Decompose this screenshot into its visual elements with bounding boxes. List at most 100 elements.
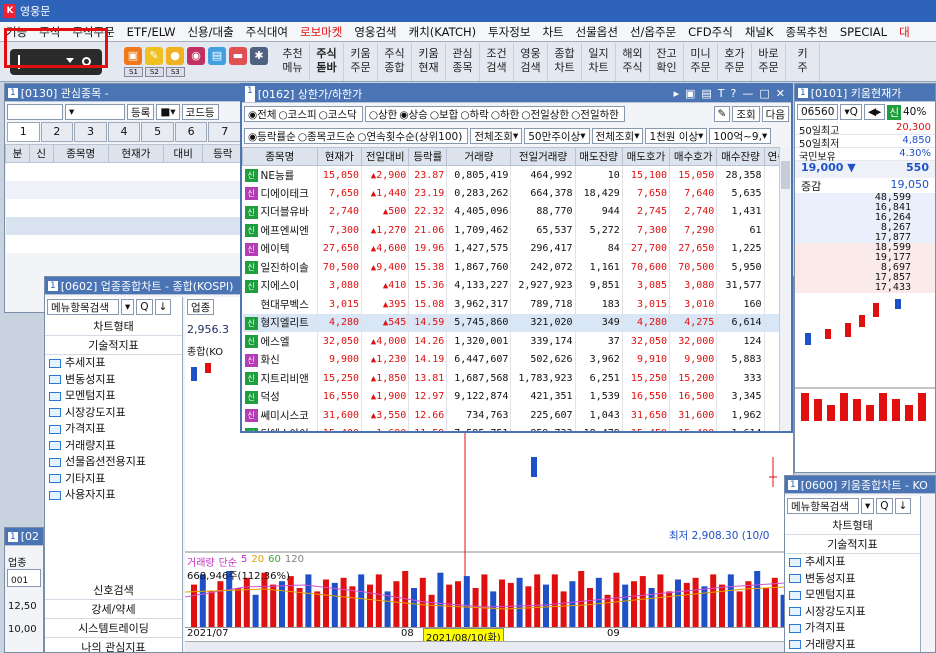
toolbar-button[interactable]: 바로 주문 — [752, 42, 786, 81]
tree-item[interactable]: 선물옵션전용지표 — [45, 454, 182, 471]
chevron-down-icon[interactable]: ▾ — [580, 130, 585, 142]
chat-icon[interactable]: ▬ — [229, 46, 247, 65]
watchlist-tab[interactable]: 2 — [40, 122, 74, 142]
stock-name-cell[interactable]: 신 지더블유바 — [242, 202, 318, 221]
stock-name-cell[interactable]: 신 지에스이 — [242, 276, 318, 295]
column-header[interactable]: 대비 — [162, 144, 204, 163]
table-row[interactable]: 신 NE능률 15,050 ▲2,900 23.87 0,805,419 464,992 10… — [242, 165, 791, 184]
toolbar-button[interactable]: 미니 주문 — [684, 42, 718, 81]
column-header[interactable]: 등락률 — [408, 147, 448, 166]
window-header[interactable]: 1 [0101] 키움현재가 — [795, 84, 935, 102]
table-row[interactable]: 신 디에이테크 7,650 ▲1,440 23.19 0,283,262 664,378 18… — [242, 184, 791, 203]
column-header[interactable]: 매수호가 — [669, 147, 718, 166]
radio-option[interactable]: ○코스피 — [279, 107, 317, 122]
window-header[interactable]: 1 [0130] 관심종목 - — [5, 84, 243, 102]
query-button[interactable]: 조회 — [732, 106, 760, 122]
menu-item[interactable]: 신용/대출 — [181, 24, 239, 40]
chevron-down-icon[interactable]: ▾ — [513, 130, 518, 142]
tree-item[interactable]: 거래량지표 — [785, 637, 920, 653]
stock-name-cell[interactable]: 신 화신 — [242, 350, 318, 369]
stock-name-cell[interactable]: 신 덕성 — [242, 387, 318, 406]
menu-search-input[interactable]: 메뉴항목검색 — [47, 299, 119, 315]
filter-select[interactable]: 1천원 이상 ▾ — [645, 128, 708, 144]
code-input[interactable]: 06560 — [797, 104, 839, 120]
tree-item[interactable]: 시장강도지표 — [45, 405, 182, 422]
tree-item[interactable]: 사용자지표 — [45, 487, 182, 504]
group-dropdown[interactable]: ▾ — [65, 104, 125, 120]
watchlist-tab[interactable]: 4 — [107, 122, 141, 142]
column-header[interactable]: 종목명 — [242, 147, 318, 166]
table-row[interactable]: 신 쎄미시스코 31,600 ▲3,550 12.66 734,763 225,607 1,0… — [242, 406, 791, 425]
menu-search-input[interactable]: 메뉴항목검색 — [787, 498, 859, 514]
table-row[interactable]: 신 형지엘리트 4,280 ▲545 14.59 5,745,860 321,020 349 4… — [242, 313, 791, 332]
stock-name-cell[interactable]: 신 디에이테크 — [242, 184, 318, 203]
stock-name-cell[interactable]: 신 형지엘리트 — [242, 313, 318, 332]
camera-icon[interactable]: ◉ — [187, 46, 205, 65]
screen-icon[interactable]: ▣ — [685, 87, 695, 100]
table-row[interactable]: 신 지더블유바 2,740 ▲500 22.32 4,405,096 88,770 944 2,… — [242, 202, 791, 221]
column-header[interactable]: 현재가 — [107, 144, 164, 163]
radio-icon[interactable]: ○ — [369, 109, 378, 121]
radio-option[interactable]: ◉상승 — [399, 107, 428, 122]
save-icon[interactable]: ▣ — [124, 46, 142, 65]
next-button[interactable]: 다음 — [761, 106, 789, 122]
tree-item[interactable]: 모멘텀지표 — [45, 388, 182, 405]
menu-item[interactable]: 주식대여 — [240, 24, 294, 40]
tree-item[interactable]: 가격지표 — [785, 620, 920, 637]
table-row[interactable]: 현대무벡스 3,015 ▲395 15.08 3,962,317 789,718 183 3,… — [242, 295, 791, 314]
radio-icon[interactable]: ○ — [279, 109, 288, 121]
code-register-button[interactable]: 코드등 — [181, 104, 219, 120]
minimize-icon[interactable]: — — [742, 87, 753, 100]
menu-item[interactable]: 캐치(KATCH) — [403, 24, 482, 40]
toolbar-button[interactable]: 영웅 검색 — [514, 42, 548, 81]
chart-scrollbar[interactable] — [185, 641, 793, 652]
stock-name-cell[interactable]: 신 에이텍 — [242, 239, 318, 258]
stock-name-cell[interactable]: 현대무벡스 — [242, 295, 318, 314]
sector-code[interactable]: 업종 — [5, 546, 43, 569]
radio-option[interactable]: ○종목코드순 — [298, 129, 355, 144]
table-row[interactable]: 신 지에스이 3,080 ▲410 15.36 4,133,227 2,927,923 9,8… — [242, 276, 791, 295]
register-button[interactable]: 등록 — [127, 104, 155, 120]
radio-icon[interactable]: ◉ — [248, 109, 257, 121]
radio-option[interactable]: ◉전체 — [248, 107, 277, 122]
lock-icon[interactable]: ● — [166, 46, 184, 65]
tree-item[interactable]: 기타지표 — [45, 471, 182, 488]
menu-toggle[interactable]: ■▾ — [156, 104, 180, 120]
panel-item[interactable]: 기술적지표 — [785, 535, 920, 554]
toolbar-button[interactable]: 관심 종목 — [446, 42, 480, 81]
menu-item[interactable]: 영웅검색 — [348, 24, 402, 40]
text-size-icon[interactable]: T — [718, 87, 725, 100]
table-scrollbar[interactable] — [779, 147, 791, 431]
screen-tab-s3[interactable]: S3 — [165, 66, 185, 77]
toolbar-button[interactable]: 키주 — [786, 42, 820, 81]
scroll-thumb[interactable] — [781, 161, 790, 189]
stock-name-cell[interactable]: 신 일진하이솔 — [242, 258, 318, 277]
menu-item[interactable]: 로보마켓 — [294, 24, 348, 40]
gear-icon[interactable]: ✱ — [250, 46, 268, 65]
search-icon[interactable]: ▾Q — [840, 104, 862, 120]
radio-option[interactable]: ○연속횟수순(상위100) — [357, 129, 462, 144]
radio-option[interactable]: ○하한 — [491, 107, 520, 122]
screen-tab-s1[interactable]: S1 — [124, 66, 143, 77]
stock-name-cell[interactable]: 신 쎄미시스코 — [242, 406, 318, 425]
menu-item[interactable]: ETF/ELW — [121, 25, 182, 39]
column-header[interactable]: 전일대비 — [361, 147, 410, 166]
radio-icon[interactable]: ○ — [491, 109, 500, 121]
column-header[interactable]: 등락 — [202, 144, 243, 163]
window-header[interactable]: 1 [0162] 상한가/하한가 ▸ ▣ ▤ T ? — □ ✕ — [242, 85, 791, 103]
column-header[interactable]: 매수잔량 — [716, 147, 765, 166]
filter-select[interactable]: 50만주이상 ▾ — [524, 128, 590, 144]
panel-item[interactable]: 차트형태 — [785, 516, 920, 535]
table-row[interactable]: 신 지트리비앤 15,250 ▲1,850 13.81 1,687,568 1,783,92… — [242, 369, 791, 388]
chevron-down-icon[interactable]: ▾ — [698, 130, 703, 142]
toolbar-button[interactable]: 종합 차트 — [548, 42, 582, 81]
radio-icon[interactable]: ○ — [298, 131, 307, 143]
menu-item[interactable]: CFD주식 — [682, 24, 739, 40]
search-icon[interactable]: Q — [876, 498, 893, 514]
table-row[interactable]: 신 덕성 16,550 ▲1,900 12.97 9,122,874 421,351 1,53… — [242, 387, 791, 406]
group-select[interactable] — [7, 104, 63, 120]
radio-icon[interactable]: ○ — [571, 109, 580, 121]
column-header[interactable]: 신 — [28, 144, 54, 163]
maximize-icon[interactable]: □ — [759, 87, 769, 100]
radio-option[interactable]: ○상한 — [369, 107, 398, 122]
